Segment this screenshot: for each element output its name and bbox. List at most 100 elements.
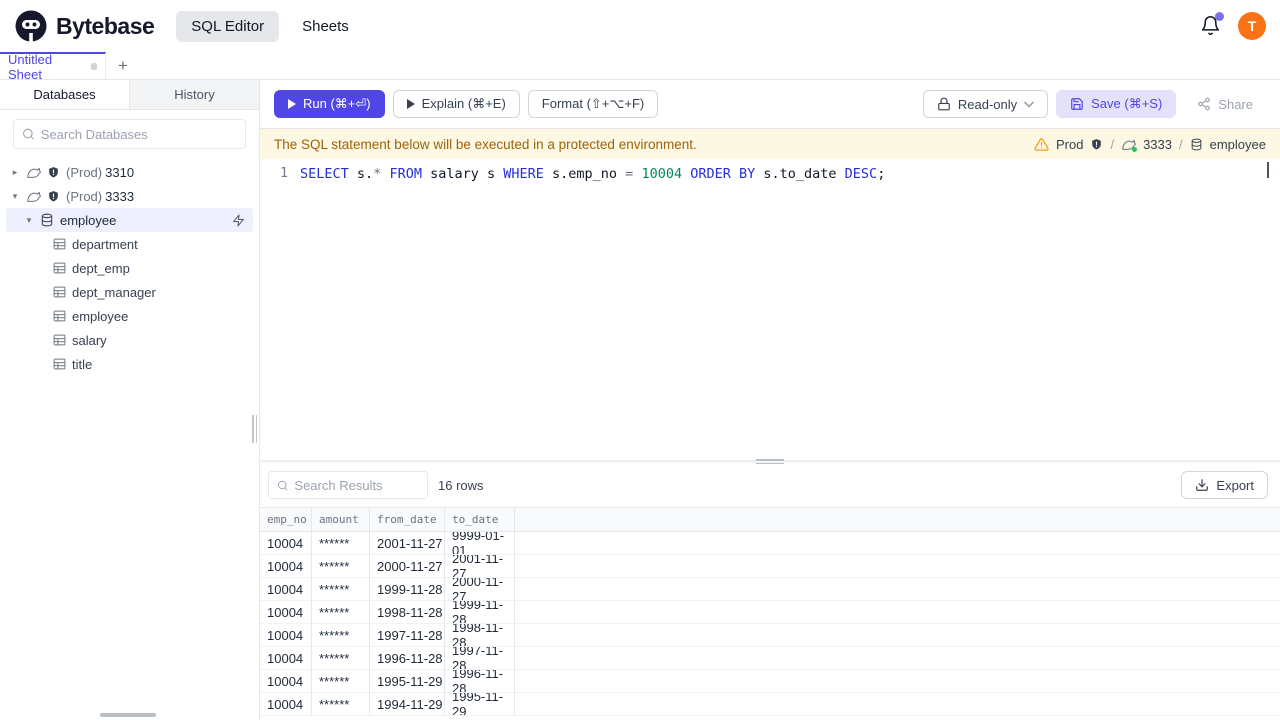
cell-amount[interactable]: ****** (312, 578, 370, 600)
nav-sheets[interactable]: Sheets (287, 11, 364, 42)
results-resize-handle[interactable] (260, 459, 1280, 464)
cell-to-date[interactable]: 1998-11-28 (445, 624, 515, 646)
chevron-down-icon (1024, 101, 1034, 108)
result-row[interactable]: 10004 ****** 1998-11-28 1999-11-28 (260, 601, 1280, 624)
cell-from-date[interactable]: 1996-11-28 (370, 647, 445, 669)
sidebar-table-item[interactable]: department (0, 232, 259, 256)
column-header-emp_no[interactable]: emp_no (260, 508, 312, 531)
cell-to-date[interactable]: 2000-11-27 (445, 578, 515, 600)
cell-to-date[interactable]: 1997-11-28 (445, 647, 515, 669)
result-row[interactable]: 10004 ****** 1994-11-29 1995-11-29 (260, 693, 1280, 716)
sidebar-resize-handle[interactable] (252, 415, 258, 443)
result-row[interactable]: 10004 ****** 1996-11-28 1997-11-28 (260, 647, 1280, 670)
header-filler (515, 508, 1280, 531)
cell-emp-no[interactable]: 10004 (260, 624, 312, 646)
sidebar-table-item[interactable]: salary (0, 328, 259, 352)
overview-ruler-mark (1267, 162, 1269, 178)
column-header-amount[interactable]: amount (312, 508, 370, 531)
cell-emp-no[interactable]: 10004 (260, 578, 312, 600)
cell-to-date[interactable]: 1995-11-29 (445, 693, 515, 715)
notification-bell-button[interactable] (1200, 12, 1224, 37)
results-header: 16 rows Export (260, 463, 1280, 507)
database-item-employee[interactable]: ▾ employee (6, 208, 253, 232)
mysql-dolphin-icon (27, 167, 41, 178)
results-search (268, 471, 428, 499)
cell-from-date[interactable]: 1994-11-29 (370, 693, 445, 715)
play-icon (406, 99, 415, 109)
cell-emp-no[interactable]: 10004 (260, 670, 312, 692)
caret-right-icon[interactable]: ▸ (10, 167, 20, 178)
column-header-from_date[interactable]: from_date (370, 508, 445, 531)
result-row[interactable]: 10004 ****** 2001-11-27 9999-01-01 (260, 532, 1280, 555)
format-button[interactable]: Format (⇧+⌥+F) (527, 90, 659, 118)
save-button[interactable]: Save (⌘+S) (1056, 90, 1177, 118)
table-icon (53, 358, 66, 370)
lock-icon (938, 97, 950, 111)
explain-button[interactable]: Explain (⌘+E) (392, 90, 520, 118)
cell-emp-no[interactable]: 10004 (260, 555, 312, 577)
export-button[interactable]: Export (1181, 471, 1268, 499)
sidebar-table-item[interactable]: dept_emp (0, 256, 259, 280)
notification-badge (1215, 12, 1224, 21)
tab-history[interactable]: History (130, 80, 259, 109)
cell-from-date[interactable]: 1995-11-29 (370, 670, 445, 692)
cell-emp-no[interactable]: 10004 (260, 532, 312, 554)
run-button[interactable]: Run (⌘+⏎) (274, 90, 385, 118)
breadcrumb-environment: Prod (1055, 136, 1084, 152)
nav-sql-editor[interactable]: SQL Editor (176, 10, 280, 42)
cell-to-date[interactable]: 2001-11-27 (445, 555, 515, 577)
readonly-mode-dropdown[interactable]: Read-only (922, 90, 1049, 118)
sql-token: salary s (421, 165, 504, 182)
search-icon (23, 128, 34, 140)
result-row[interactable]: 10004 ****** 2000-11-27 2001-11-27 (260, 555, 1280, 578)
cell-from-date[interactable]: 1999-11-28 (370, 578, 445, 600)
cell-from-date[interactable]: 1998-11-28 (370, 601, 445, 623)
cell-from-date[interactable]: 2001-11-27 (370, 532, 445, 554)
result-row[interactable]: 10004 ****** 1997-11-28 1998-11-28 (260, 624, 1280, 647)
sidebar-table-item[interactable]: title (0, 352, 259, 376)
tab-databases[interactable]: Databases (0, 80, 130, 109)
tab-untitled-sheet[interactable]: Untitled Sheet (0, 52, 106, 82)
add-sheet-button[interactable]: + (106, 52, 140, 79)
cell-to-date[interactable]: 1996-11-28 (445, 670, 515, 692)
result-row[interactable]: 10004 ****** 1999-11-28 2000-11-27 (260, 578, 1280, 601)
cell-to-date[interactable]: 9999-01-01 (445, 532, 515, 554)
cell-amount[interactable]: ****** (312, 601, 370, 623)
caret-down-icon[interactable]: ▾ (10, 191, 20, 202)
sidebar-horizontal-scrollbar[interactable] (100, 713, 156, 717)
table-name: title (72, 356, 93, 372)
cell-amount[interactable]: ****** (312, 647, 370, 669)
brand[interactable]: Bytebase (14, 9, 155, 43)
cell-amount[interactable]: ****** (312, 532, 370, 554)
cell-amount[interactable]: ****** (312, 693, 370, 715)
protected-shield-icon (1092, 138, 1102, 149)
cell-emp-no[interactable]: 10004 (260, 693, 312, 715)
avatar[interactable]: T (1238, 12, 1266, 40)
search-databases-input[interactable] (40, 126, 237, 142)
results-grid-body: 10004 ****** 2001-11-27 9999-01-01 10004… (260, 532, 1280, 716)
cell-amount[interactable]: ****** (312, 555, 370, 577)
cell-emp-no[interactable]: 10004 (260, 647, 312, 669)
caret-down-icon[interactable]: ▾ (24, 215, 34, 226)
cell-from-date[interactable]: 1997-11-28 (370, 624, 445, 646)
cell-amount[interactable]: ****** (312, 670, 370, 692)
result-row[interactable]: 10004 ****** 1995-11-29 1996-11-28 (260, 670, 1280, 693)
sidebar-table-item[interactable]: employee (0, 304, 259, 328)
sidebar-table-item[interactable]: dept_manager (0, 280, 259, 304)
quick-action-button[interactable] (232, 214, 245, 227)
cell-emp-no[interactable]: 10004 (260, 601, 312, 623)
sql-editor-area[interactable]: 1 SELECT s.* FROM salary s WHERE s.emp_n… (260, 159, 1280, 460)
table-icon (53, 334, 66, 346)
instance-item-3310[interactable]: ▸ (Prod) 3310 (0, 160, 259, 184)
cell-to-date[interactable]: 1999-11-28 (445, 601, 515, 623)
share-button[interactable]: Share (1184, 90, 1266, 118)
cell-from-date[interactable]: 2000-11-27 (370, 555, 445, 577)
column-header-to_date[interactable]: to_date (445, 508, 515, 531)
table-icon (53, 286, 66, 298)
sql-token: s. (348, 165, 374, 182)
save-icon (1071, 98, 1083, 110)
cell-amount[interactable]: ****** (312, 624, 370, 646)
table-name: salary (72, 332, 107, 348)
search-results-input[interactable] (294, 477, 419, 493)
instance-item-3333[interactable]: ▾ (Prod) 3333 (0, 184, 259, 208)
